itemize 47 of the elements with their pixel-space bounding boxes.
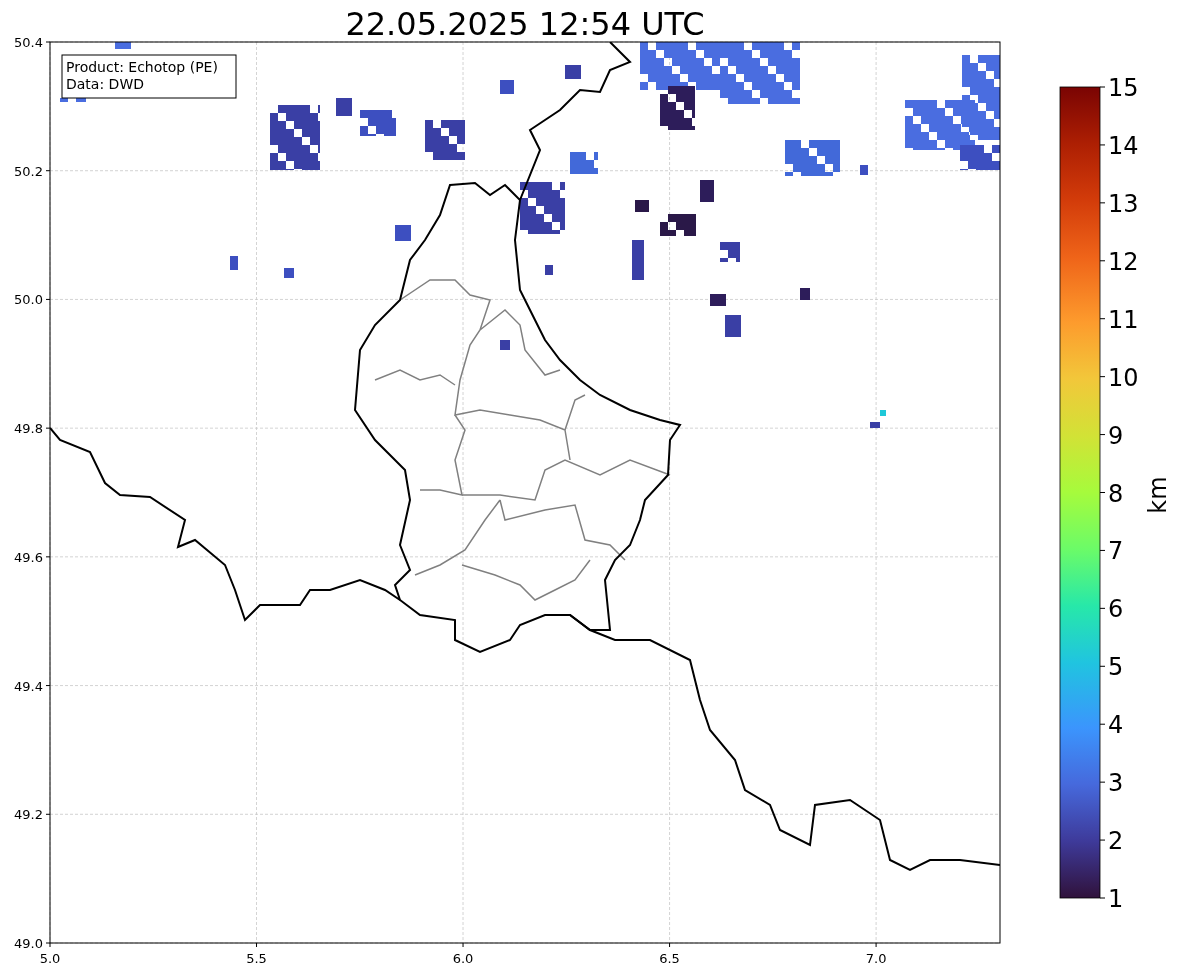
colorbar-tick [1099,376,1106,378]
colorbar-tick [1099,897,1106,899]
colorbar-tick-label: 13 [1108,189,1139,218]
colorbar-tick-label: 10 [1108,363,1139,392]
colorbar-tick-label: 9 [1108,421,1124,450]
y-tick-label: 49.4 [14,678,43,694]
colorbar-tick-label: 15 [1108,74,1139,102]
colorbar-tick [1099,318,1106,320]
y-tick-label: 49.2 [14,807,43,823]
y-tick-label: 49.6 [14,549,43,565]
colorbar-tick-label: 11 [1108,305,1139,334]
colorbar-tick [1099,781,1106,783]
colorbar-tick [1099,607,1106,609]
colorbar-tick-label: 1 [1108,885,1124,913]
y-tick-label: 50.0 [14,292,43,308]
x-tick-label: 5.5 [246,951,267,966]
colorbar-tick-label: 12 [1108,247,1139,276]
info-text: Data: DWD [66,76,144,92]
colorbar-tick [1099,202,1106,204]
x-tick-label: 6.5 [659,951,680,966]
y-tick-label: 49.8 [14,421,43,437]
colorbar-tick [1099,260,1106,262]
x-tick-label: 6.0 [452,951,474,966]
colorbar-tick [1099,434,1106,436]
colorbar-tick [1099,144,1106,146]
colorbar-tick [1099,665,1106,667]
colorbar-tick [1099,839,1106,841]
colorbar-tick [1099,86,1106,88]
y-tick-label: 49.0 [14,936,43,951]
colorbar-tick-label: 7 [1108,537,1124,566]
y-tick-label: 50.4 [14,35,43,50]
info-text: Product: Echotop (PE) [66,59,218,75]
colorbar-tick-label: 3 [1108,769,1124,798]
x-tick-label: 5.0 [39,951,61,966]
x-tick-label: 7.0 [865,951,887,966]
chart-title: 22.05.2025 12:54 UTC [345,5,705,43]
y-tick-label: 50.2 [14,163,43,179]
colorbar-label: km [1144,476,1172,514]
colorbar-tick-label: 2 [1108,827,1124,856]
colorbar-tick [1099,549,1106,551]
colorbar-tick [1099,723,1106,725]
colorbar-tick-label: 8 [1108,479,1124,508]
colorbar-tick-label: 6 [1108,595,1124,624]
colorbar-tick-label: 4 [1108,711,1124,740]
colorbar-tick [1099,492,1106,493]
colorbar-tick-label: 14 [1108,131,1139,160]
colorbar-tick-label: 5 [1108,653,1124,682]
